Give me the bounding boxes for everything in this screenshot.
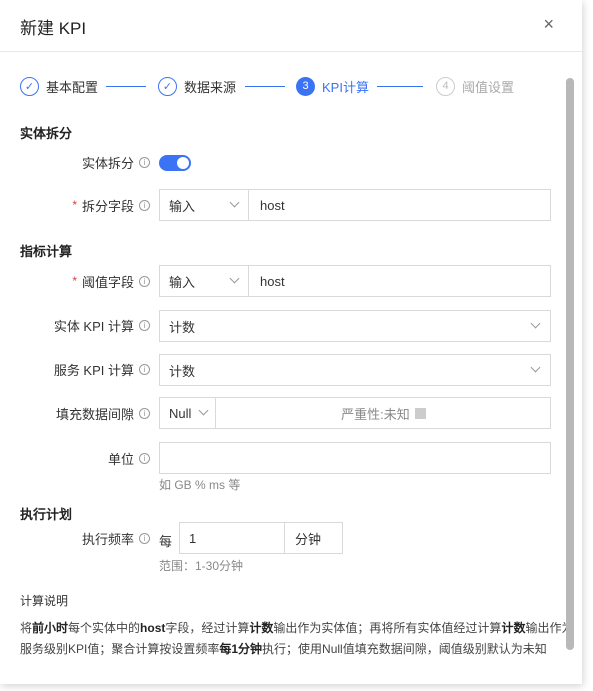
threshold-field-input[interactable]: host [250, 266, 550, 296]
label-text: 实体拆分 [81, 155, 134, 171]
description-text-run: 计数 [501, 621, 526, 635]
entity-kpi-calc-select[interactable]: 计数 [159, 310, 551, 342]
info-icon[interactable]: i [139, 407, 150, 419]
info-icon[interactable]: i [139, 156, 150, 168]
info-icon[interactable]: i [139, 532, 150, 544]
section-metric-calc: 指标计算 [20, 244, 73, 259]
severity-label: 严重性: [341, 406, 384, 422]
description-line: 将前小时每个实体中的host字段，经过计算计数输出作为实体值；再将所有实体值经过… [20, 618, 580, 639]
dialog-header: 新建 KPI × [0, 0, 582, 52]
info-icon[interactable]: i [139, 275, 150, 287]
select-value: 计数 [169, 363, 196, 379]
required-marker: * [72, 274, 77, 288]
step-connector [245, 86, 285, 87]
step-label: 基本配置 [46, 79, 99, 95]
description-text-run: 服务级别KPI值；聚合计算按设置频率 [20, 642, 220, 656]
step-label: 阈值设置 [462, 79, 515, 95]
fill-gap-label: 填充数据间隙 i [20, 404, 150, 422]
vertical-scrollbar[interactable] [566, 78, 574, 650]
description-text-run: 每个实体中的 [68, 621, 141, 635]
calc-description: 将前小时每个实体中的host字段，经过计算计数输出作为实体值；再将所有实体值经过… [20, 618, 580, 660]
chevron-down-icon [198, 405, 209, 416]
threshold-field-input-group: 输入 host [159, 265, 551, 297]
step-label: KPI计算 [322, 79, 369, 95]
new-kpi-dialog: 新建 KPI × ✓ 基本配置 ✓ 数据来源 3 KPI计算 4 阈值设置 实体… [0, 0, 582, 684]
split-field-label: * 拆分字段 i [20, 196, 150, 214]
chevron-down-icon [229, 197, 240, 208]
fill-gap-mode-select[interactable]: Null [160, 398, 216, 428]
select-value: Null [169, 405, 192, 421]
frequency-input-group: 1 分钟 [179, 522, 343, 554]
step-number: 4 [436, 76, 455, 96]
threshold-field-label: * 阈值字段 i [20, 272, 150, 290]
description-text-run: 计数 [249, 621, 274, 635]
split-field-input[interactable]: host [250, 190, 550, 220]
description-text-run: 将 [20, 621, 33, 635]
split-field-input-group: 输入 host [159, 189, 551, 221]
label-text: 单位 [107, 451, 134, 467]
step-number: 3 [296, 76, 315, 96]
severity-value: 未知 [383, 406, 410, 422]
check-icon: ✓ [158, 76, 177, 96]
required-marker: * [72, 198, 77, 212]
entity-split-label: 实体拆分 i [20, 153, 150, 171]
step-kpi-calc[interactable]: 3 KPI计算 [296, 75, 369, 97]
select-value: 输入 [169, 198, 196, 214]
threshold-field-mode-select[interactable]: 输入 [160, 266, 249, 296]
chevron-down-icon [530, 318, 541, 329]
label-text: 填充数据间隙 [55, 406, 134, 422]
stepper: ✓ 基本配置 ✓ 数据来源 3 KPI计算 4 阈值设置 [20, 75, 540, 97]
frequency-prefix: 每 [159, 534, 173, 549]
dialog-title: 新建 KPI [20, 19, 87, 38]
description-text-run: 字段，经过计算 [165, 621, 250, 635]
frequency-hint: 范围：1-30分钟 [159, 559, 244, 573]
description-text-run: 前小时 [32, 621, 69, 635]
label-text: 实体 KPI 计算 [53, 318, 134, 334]
step-connector [106, 86, 146, 87]
service-kpi-calc-select[interactable]: 计数 [159, 354, 551, 386]
label-text: 执行频率 [81, 531, 134, 547]
split-field-mode-select[interactable]: 输入 [160, 190, 249, 220]
description-text-run: 执行；使用Null值填充数据间隙，阈值级别默认为未知 [262, 642, 547, 656]
severity-color-swatch [414, 407, 426, 419]
select-value: 输入 [169, 274, 196, 290]
service-kpi-calc-label: 服务 KPI 计算 i [20, 360, 150, 378]
fill-gap-input-group: Null 严重性: 未知 [159, 397, 551, 429]
section-schedule: 执行计划 [20, 507, 73, 522]
step-threshold[interactable]: 4 阈值设置 [436, 75, 514, 97]
label-text: 拆分字段 [81, 198, 134, 214]
description-text-run: 每1分钟 [219, 642, 263, 656]
step-label: 数据来源 [184, 79, 237, 95]
description-line: 服务级别KPI值；聚合计算按设置频率每1分钟执行；使用Null值填充数据间隙，阈… [20, 639, 580, 660]
info-icon[interactable]: i [139, 452, 150, 464]
calc-description-title: 计算说明 [20, 594, 69, 608]
toggle-knob [177, 157, 189, 169]
entity-kpi-calc-label: 实体 KPI 计算 i [20, 316, 150, 334]
info-icon[interactable]: i [139, 319, 150, 331]
select-value: 计数 [169, 319, 196, 335]
step-basic-config[interactable]: ✓ 基本配置 [20, 75, 98, 97]
input-value [160, 443, 540, 473]
close-icon[interactable]: × [543, 14, 554, 35]
chevron-down-icon [530, 362, 541, 373]
unit-input[interactable] [159, 442, 551, 474]
description-text-run: 输出作为实体值；再将所有实体值经过计算 [273, 621, 502, 635]
step-connector [377, 86, 423, 87]
unit-label: 单位 i [20, 449, 150, 467]
frequency-unit: 分钟 [295, 531, 322, 547]
step-data-source[interactable]: ✓ 数据来源 [158, 75, 236, 97]
info-icon[interactable]: i [139, 199, 150, 211]
description-text-run: host [140, 621, 166, 635]
frequency-label: 执行频率 i [20, 529, 150, 547]
label-text: 服务 KPI 计算 [53, 362, 134, 378]
info-icon[interactable]: i [139, 363, 150, 375]
unit-hint: 如 GB % ms 等 [159, 478, 241, 492]
chevron-down-icon [229, 273, 240, 284]
check-icon: ✓ [20, 76, 39, 96]
section-entity-split: 实体拆分 [20, 126, 73, 141]
severity-display[interactable]: 严重性: 未知 [217, 398, 550, 428]
entity-split-toggle[interactable] [159, 155, 191, 171]
label-text: 阈值字段 [81, 274, 134, 290]
frequency-input[interactable]: 1 [180, 523, 285, 553]
